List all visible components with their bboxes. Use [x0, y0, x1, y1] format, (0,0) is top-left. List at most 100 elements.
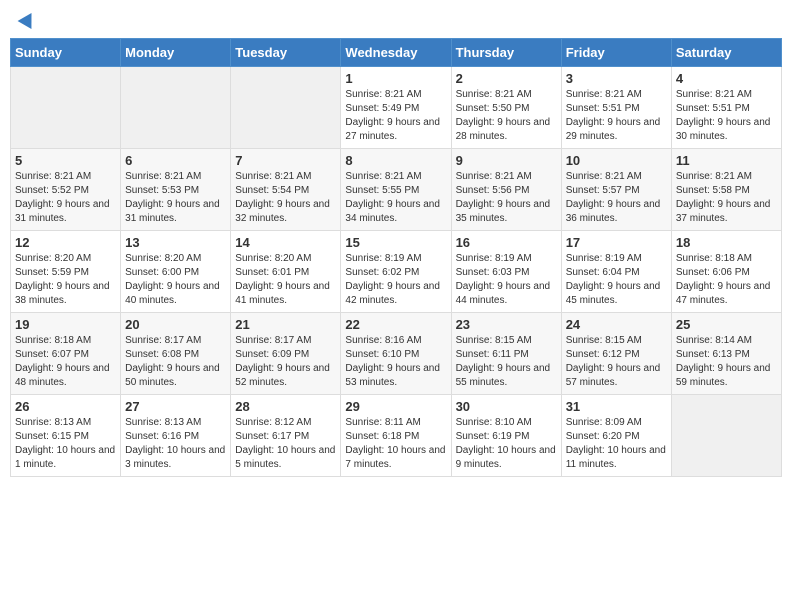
day-number: 22	[345, 317, 446, 332]
day-info: Sunrise: 8:13 AMSunset: 6:15 PMDaylight:…	[15, 416, 116, 472]
day-info: Sunrise: 8:20 AMSunset: 6:01 PMDaylight:…	[235, 252, 336, 308]
calendar-day-cell: 2 Sunrise: 8:21 AMSunset: 5:50 PMDaylight…	[451, 67, 561, 149]
day-number: 18	[676, 235, 777, 250]
day-info: Sunrise: 8:11 AMSunset: 6:18 PMDaylight:…	[345, 416, 446, 472]
calendar-day-cell: 9Sunrise: 8:21 AMSunset: 5:56 PMDaylight…	[451, 149, 561, 231]
calendar-day-cell	[231, 67, 341, 149]
calendar-day-cell: 7 Sunrise: 8:21 AMSunset: 5:54 PMDaylight…	[231, 149, 341, 231]
calendar-day-cell: 16Sunrise: 8:19 AMSunset: 6:03 PMDayligh…	[451, 231, 561, 313]
calendar-day-cell: 19 Sunrise: 8:18 AMSunset: 6:07 PMDayligh…	[11, 313, 121, 395]
day-info: Sunrise: 8:18 AMSunset: 6:06 PMDaylight:…	[676, 252, 777, 308]
day-info: Sunrise: 8:15 AMSunset: 6:11 PMDaylight:…	[456, 334, 557, 390]
day-number: 10	[566, 153, 667, 168]
day-info: Sunrise: 8:20 AMSunset: 5:59 PMDaylight:…	[15, 252, 116, 308]
logo	[16, 14, 36, 26]
calendar-day-cell: 1 Sunrise: 8:21 AMSunset: 5:49 PMDaylight…	[341, 67, 451, 149]
calendar-week-row: 1 Sunrise: 8:21 AMSunset: 5:49 PMDaylight…	[11, 67, 782, 149]
day-number: 4	[676, 71, 777, 86]
calendar-day-cell: 18 Sunrise: 8:18 AMSunset: 6:06 PMDayligh…	[671, 231, 781, 313]
calendar-day-cell: 24Sunrise: 8:15 AMSunset: 6:12 PMDayligh…	[561, 313, 671, 395]
day-number: 28	[235, 399, 336, 414]
calendar-day-cell: 28 Sunrise: 8:12 AMSunset: 6:17 PMDayligh…	[231, 395, 341, 477]
calendar-day-cell: 20 Sunrise: 8:17 AMSunset: 6:08 PMDayligh…	[121, 313, 231, 395]
day-info: Sunrise: 8:21 AMSunset: 5:51 PMDaylight:…	[676, 88, 777, 144]
calendar-week-row: 12 Sunrise: 8:20 AMSunset: 5:59 PMDayligh…	[11, 231, 782, 313]
day-number: 9	[456, 153, 557, 168]
day-number: 29	[345, 399, 446, 414]
day-number: 2	[456, 71, 557, 86]
day-number: 30	[456, 399, 557, 414]
day-number: 21	[235, 317, 336, 332]
calendar-day-cell: 23 Sunrise: 8:15 AMSunset: 6:11 PMDayligh…	[451, 313, 561, 395]
calendar-day-cell: 8 Sunrise: 8:21 AMSunset: 5:55 PMDaylight…	[341, 149, 451, 231]
day-number: 25	[676, 317, 777, 332]
calendar-day-cell: 31Sunrise: 8:09 AMSunset: 6:20 PMDayligh…	[561, 395, 671, 477]
calendar-day-cell: 11Sunrise: 8:21 AMSunset: 5:58 PMDayligh…	[671, 149, 781, 231]
calendar-day-cell: 15 Sunrise: 8:19 AMSunset: 6:02 PMDayligh…	[341, 231, 451, 313]
day-number: 23	[456, 317, 557, 332]
day-number: 7	[235, 153, 336, 168]
day-number: 14	[235, 235, 336, 250]
calendar-table: SundayMondayTuesdayWednesdayThursdayFrid…	[10, 38, 782, 477]
day-number: 27	[125, 399, 226, 414]
day-number: 6	[125, 153, 226, 168]
day-info: Sunrise: 8:16 AMSunset: 6:10 PMDaylight:…	[345, 334, 446, 390]
calendar-header-row: SundayMondayTuesdayWednesdayThursdayFrid…	[11, 39, 782, 67]
day-info: Sunrise: 8:19 AMSunset: 6:04 PMDaylight:…	[566, 252, 667, 308]
day-info: Sunrise: 8:12 AMSunset: 6:17 PMDaylight:…	[235, 416, 336, 472]
day-info: Sunrise: 8:19 AMSunset: 6:03 PMDaylight:…	[456, 252, 557, 308]
weekday-header: Saturday	[671, 39, 781, 67]
day-number: 15	[345, 235, 446, 250]
day-info: Sunrise: 8:09 AMSunset: 6:20 PMDaylight:…	[566, 416, 667, 472]
day-number: 12	[15, 235, 116, 250]
weekday-header: Tuesday	[231, 39, 341, 67]
calendar-day-cell: 22 Sunrise: 8:16 AMSunset: 6:10 PMDayligh…	[341, 313, 451, 395]
calendar-day-cell: 21 Sunrise: 8:17 AMSunset: 6:09 PMDayligh…	[231, 313, 341, 395]
day-info: Sunrise: 8:20 AMSunset: 6:00 PMDaylight:…	[125, 252, 226, 308]
calendar-day-cell	[671, 395, 781, 477]
calendar-day-cell: 10 Sunrise: 8:21 AMSunset: 5:57 PMDayligh…	[561, 149, 671, 231]
calendar-day-cell: 4 Sunrise: 8:21 AMSunset: 5:51 PMDaylight…	[671, 67, 781, 149]
weekday-header: Thursday	[451, 39, 561, 67]
day-info: Sunrise: 8:21 AMSunset: 5:52 PMDaylight:…	[15, 170, 116, 226]
logo-icon	[18, 9, 39, 29]
day-info: Sunrise: 8:21 AMSunset: 5:55 PMDaylight:…	[345, 170, 446, 226]
calendar-day-cell: 30 Sunrise: 8:10 AMSunset: 6:19 PMDayligh…	[451, 395, 561, 477]
day-number: 20	[125, 317, 226, 332]
calendar-day-cell: 25Sunrise: 8:14 AMSunset: 6:13 PMDayligh…	[671, 313, 781, 395]
calendar-day-cell: 6 Sunrise: 8:21 AMSunset: 5:53 PMDaylight…	[121, 149, 231, 231]
calendar-day-cell: 3Sunrise: 8:21 AMSunset: 5:51 PMDaylight…	[561, 67, 671, 149]
weekday-header: Monday	[121, 39, 231, 67]
weekday-header: Friday	[561, 39, 671, 67]
page-header	[10, 10, 782, 30]
calendar-week-row: 26 Sunrise: 8:13 AMSunset: 6:15 PMDayligh…	[11, 395, 782, 477]
day-info: Sunrise: 8:17 AMSunset: 6:09 PMDaylight:…	[235, 334, 336, 390]
day-info: Sunrise: 8:21 AMSunset: 5:57 PMDaylight:…	[566, 170, 667, 226]
day-number: 19	[15, 317, 116, 332]
calendar-day-cell: 26 Sunrise: 8:13 AMSunset: 6:15 PMDayligh…	[11, 395, 121, 477]
weekday-header: Wednesday	[341, 39, 451, 67]
calendar-day-cell: 5 Sunrise: 8:21 AMSunset: 5:52 PMDaylight…	[11, 149, 121, 231]
day-number: 8	[345, 153, 446, 168]
day-info: Sunrise: 8:21 AMSunset: 5:50 PMDaylight:…	[456, 88, 557, 144]
day-number: 26	[15, 399, 116, 414]
day-number: 11	[676, 153, 777, 168]
day-info: Sunrise: 8:21 AMSunset: 5:49 PMDaylight:…	[345, 88, 446, 144]
calendar-day-cell	[11, 67, 121, 149]
day-number: 13	[125, 235, 226, 250]
day-number: 5	[15, 153, 116, 168]
calendar-week-row: 5 Sunrise: 8:21 AMSunset: 5:52 PMDaylight…	[11, 149, 782, 231]
calendar-day-cell: 29 Sunrise: 8:11 AMSunset: 6:18 PMDayligh…	[341, 395, 451, 477]
day-info: Sunrise: 8:21 AMSunset: 5:54 PMDaylight:…	[235, 170, 336, 226]
day-info: Sunrise: 8:17 AMSunset: 6:08 PMDaylight:…	[125, 334, 226, 390]
day-info: Sunrise: 8:21 AMSunset: 5:53 PMDaylight:…	[125, 170, 226, 226]
calendar-day-cell: 14 Sunrise: 8:20 AMSunset: 6:01 PMDayligh…	[231, 231, 341, 313]
day-info: Sunrise: 8:19 AMSunset: 6:02 PMDaylight:…	[345, 252, 446, 308]
day-info: Sunrise: 8:21 AMSunset: 5:51 PMDaylight:…	[566, 88, 667, 144]
day-info: Sunrise: 8:18 AMSunset: 6:07 PMDaylight:…	[15, 334, 116, 390]
day-info: Sunrise: 8:10 AMSunset: 6:19 PMDaylight:…	[456, 416, 557, 472]
day-number: 1	[345, 71, 446, 86]
calendar-day-cell: 13 Sunrise: 8:20 AMSunset: 6:00 PMDayligh…	[121, 231, 231, 313]
day-info: Sunrise: 8:15 AMSunset: 6:12 PMDaylight:…	[566, 334, 667, 390]
calendar-day-cell	[121, 67, 231, 149]
